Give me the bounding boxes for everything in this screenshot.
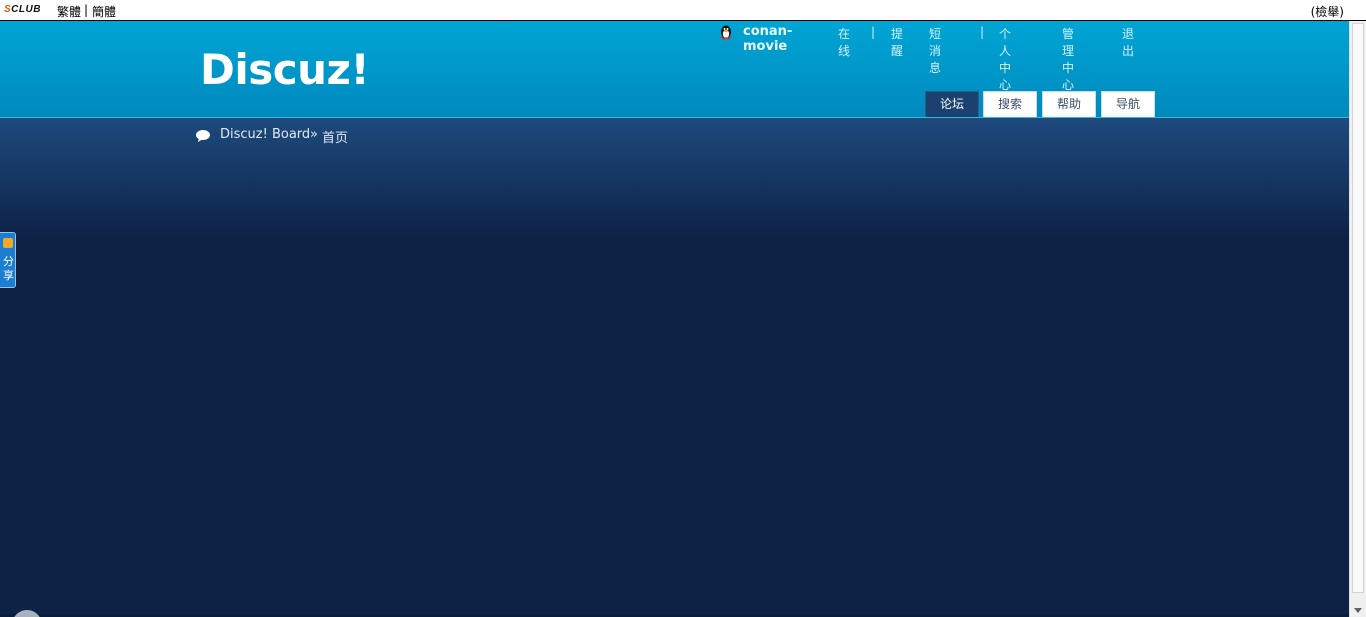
share-logo-icon (3, 238, 13, 248)
tab-help[interactable]: 帮助 (1042, 91, 1096, 117)
breadcrumb-current: 首页 (322, 131, 349, 146)
user-bar-separator: | (980, 25, 985, 39)
reminders-link[interactable]: 提醒 (891, 25, 903, 59)
scrollbar-thumb[interactable] (1352, 23, 1364, 593)
online-status-link[interactable]: 在线 (838, 25, 850, 59)
tab-search[interactable]: 搜索 (983, 91, 1037, 117)
share-side-tab[interactable]: 分 享 (0, 232, 16, 288)
site-logo[interactable]: Discuz! (200, 45, 370, 94)
simplified-chinese-link[interactable]: 簡體 (92, 3, 116, 20)
admin-center-link[interactable]: 管理中心 (1062, 25, 1074, 93)
traditional-chinese-link[interactable]: 繁體 (57, 3, 81, 20)
profile-center-link[interactable]: 个人中心 (999, 25, 1011, 93)
logout-link[interactable]: 退出 (1122, 25, 1134, 59)
username-link[interactable]: conan-movie (743, 24, 792, 54)
site-header: Discuz! conan-movie 在线 | 提醒 短消息 | 个人中心 管… (0, 21, 1349, 118)
messages-link[interactable]: 短消息 (929, 25, 941, 76)
language-separator: | (84, 3, 89, 17)
vertical-scrollbar[interactable] (1349, 21, 1366, 617)
tab-forum[interactable]: 论坛 (925, 91, 979, 117)
share-label: 分 (3, 255, 14, 268)
report-link[interactable]: (檢舉) (1311, 3, 1344, 20)
top-language-bar: SCLUB 繁體 | 簡體 (檢舉) (0, 0, 1366, 21)
main-content: Discuz! Board » 首页 (0, 118, 1349, 617)
breadcrumb-home-link[interactable]: Discuz! Board (220, 127, 310, 142)
breadcrumb-separator: » (310, 127, 318, 142)
share-label: 享 (3, 269, 14, 282)
user-bar-separator: | (871, 25, 876, 39)
sclub-logo[interactable]: SCLUB (4, 4, 41, 15)
speech-bubble-icon (196, 130, 210, 142)
scroll-down-arrow-icon[interactable] (1354, 608, 1362, 613)
tab-navigation[interactable]: 导航 (1101, 91, 1155, 117)
qq-penguin-icon (720, 25, 732, 40)
